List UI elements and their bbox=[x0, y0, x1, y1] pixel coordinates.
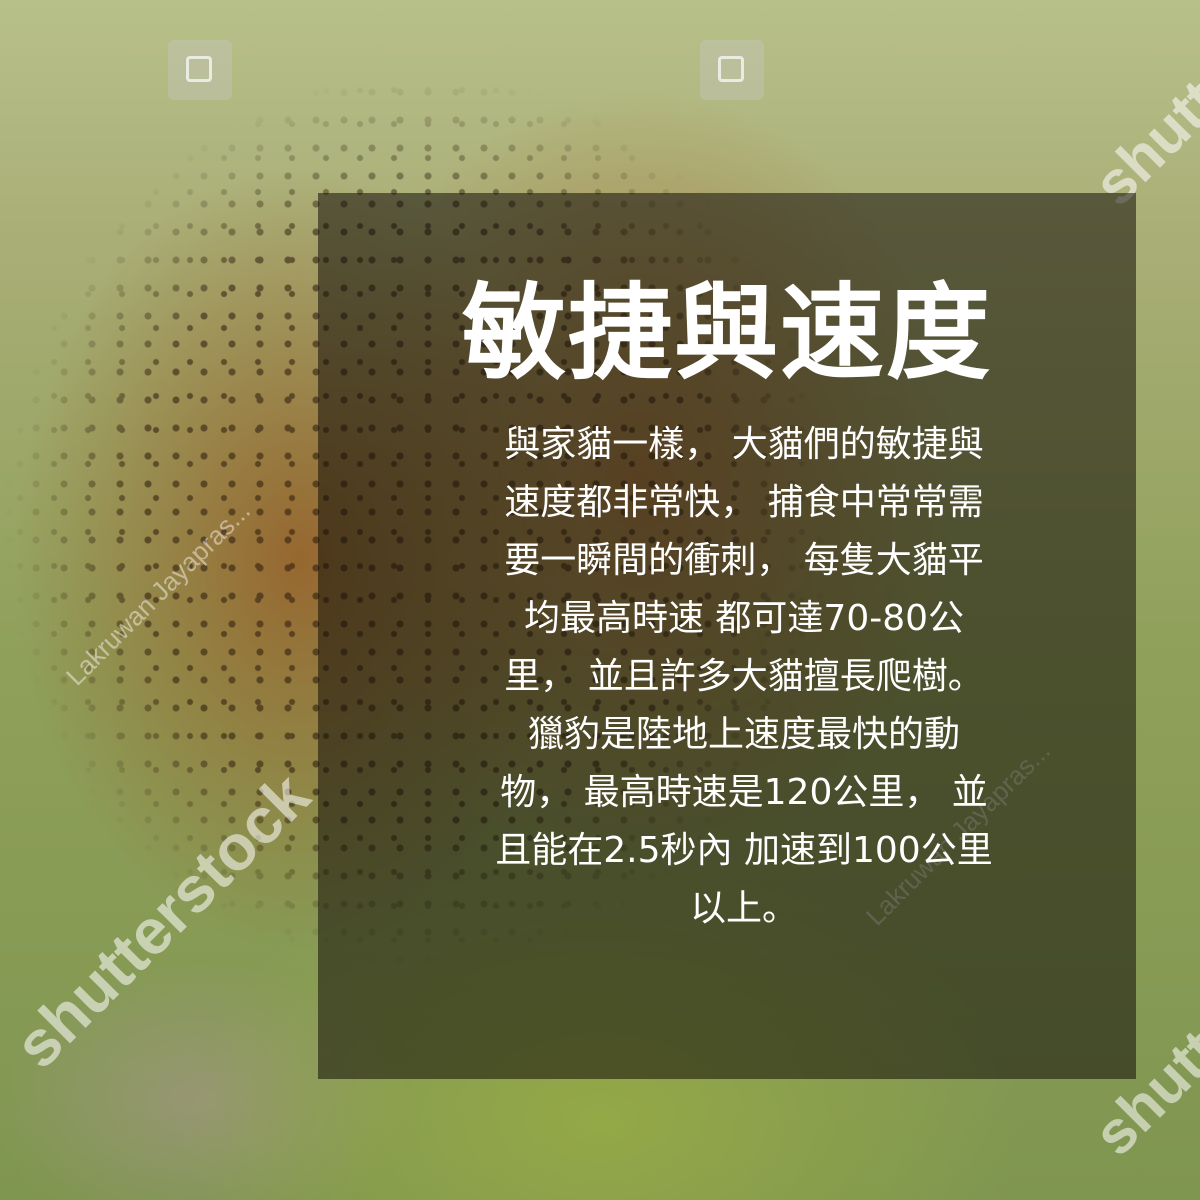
body-line: 物， 最高時速是120公里， 並 bbox=[500, 772, 988, 813]
watermark-icon bbox=[700, 40, 764, 100]
body-line: 里， 並且許多大貓擅長爬樹。 bbox=[504, 656, 984, 697]
body-line: 以上。 bbox=[689, 888, 798, 929]
body-line: 獵豹是陸地上速度最快的動 bbox=[527, 714, 960, 755]
body-paragraph: 與家貓一樣， 大貓們的敏捷與 速度都非常快， 捕食中常常需 要一瞬間的衝刺， 每… bbox=[455, 416, 1033, 938]
page-title: 敏捷與速度 bbox=[461, 272, 992, 394]
body-line: 速度都非常快， 捕食中常常需 bbox=[504, 482, 984, 523]
body-line: 與家貓一樣， 大貓們的敏捷與 bbox=[504, 424, 984, 465]
body-line: 均最高時速 都可達70-80公 bbox=[523, 598, 965, 639]
body-line: 且能在2.5秒內 加速到100公里 bbox=[495, 830, 993, 871]
body-line: 要一瞬間的衝刺， 每隻大貓平 bbox=[504, 540, 984, 581]
watermark-icon bbox=[168, 40, 232, 100]
